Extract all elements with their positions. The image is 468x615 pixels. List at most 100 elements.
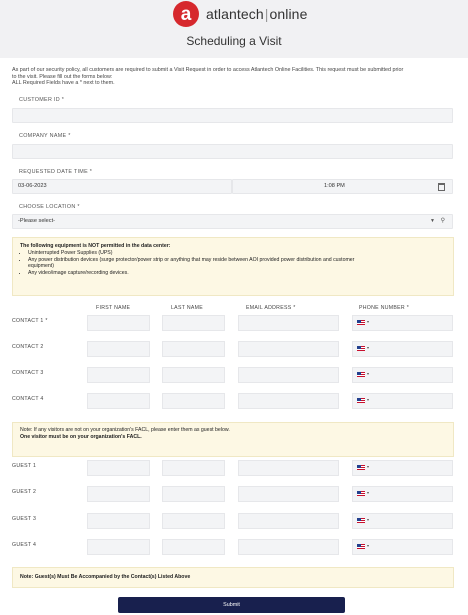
us-flag-icon[interactable]: [357, 518, 365, 523]
chevron-down-icon: ▾: [367, 464, 370, 469]
equipment-item: Uninterrupted Power Supplies (UPS): [28, 250, 453, 257]
equipment-item: equipment): [28, 263, 54, 270]
intro-line: to the visit. Please fill out the forms …: [12, 73, 113, 80]
guest-phone-input[interactable]: ▾: [352, 539, 453, 555]
contact-row-label: CONTACT 2: [12, 344, 44, 350]
equipment-item: Any power distribution devices (surge pr…: [28, 257, 453, 264]
chevron-down-icon: ▾: [367, 371, 370, 376]
calendar-icon[interactable]: [438, 183, 445, 191]
guest-row-label: GUEST 4: [12, 542, 37, 548]
chevron-down-icon: ▾: [367, 319, 370, 324]
guest-row-label: GUEST 3: [12, 516, 37, 522]
equipment-notice-heading: The following equipment is NOT permitted…: [20, 243, 171, 249]
guest-accompany-note: Note: Guest(s) Must Be Accompanied by th…: [12, 567, 454, 588]
column-phone: PHONE NUMBER *: [359, 305, 410, 311]
guest-first-name-input[interactable]: [87, 486, 150, 502]
contact-last-name-input[interactable]: [162, 315, 225, 331]
contact-email-input[interactable]: [238, 315, 339, 331]
guest-email-input[interactable]: [238, 460, 339, 476]
brand-name: atlantech|online: [206, 6, 307, 22]
equipment-notice: The following equipment is NOT permitted…: [12, 237, 454, 296]
time-value: 1:08 PM: [324, 183, 345, 189]
us-flag-icon[interactable]: [357, 398, 365, 403]
brand-logo[interactable]: a atlantech|online: [173, 0, 307, 28]
contact-last-name-input[interactable]: [162, 367, 225, 383]
page-header: a atlantech|online Scheduling a Visit: [0, 0, 468, 58]
contact-last-name-input[interactable]: [162, 393, 225, 409]
guest-notice-line: One visitor must be on your organization…: [20, 433, 142, 440]
chevron-down-icon: ▾: [367, 517, 370, 522]
contact-email-input[interactable]: [238, 341, 339, 357]
location-label: CHOOSE LOCATION *: [19, 204, 80, 210]
chevron-down-icon: ▾: [367, 543, 370, 548]
guest-email-input[interactable]: [238, 486, 339, 502]
contact-first-name-input[interactable]: [87, 393, 150, 409]
intro-line: As part of our security policy, all cust…: [12, 67, 404, 73]
us-flag-icon[interactable]: [357, 320, 365, 325]
date-value: 03-06-2023: [18, 183, 47, 189]
time-input[interactable]: 1:08 PM: [232, 179, 453, 194]
contact-phone-input[interactable]: ▾: [352, 367, 453, 383]
us-flag-icon[interactable]: [357, 372, 365, 377]
guest-row-label: GUEST 1: [12, 463, 37, 469]
company-name-label: COMPANY NAME *: [19, 133, 71, 139]
intro-text: As part of our security policy, all cust…: [12, 67, 457, 87]
date-input[interactable]: 03-06-2023: [12, 179, 232, 194]
guest-notice-line: Note: If any visitors are not on your or…: [20, 427, 230, 433]
column-last-name: LAST NAME: [171, 305, 204, 311]
contact-row-label: CONTACT 4: [12, 396, 44, 402]
contact-last-name-input[interactable]: [162, 341, 225, 357]
requested-datetime-label: REQUESTED DATE TIME *: [19, 169, 93, 175]
us-flag-icon[interactable]: [357, 544, 365, 549]
chevron-down-icon: ▾: [367, 490, 370, 495]
location-select-value: -Please select-: [18, 218, 55, 224]
guest-notice: Note: If any visitors are not on your or…: [12, 422, 454, 457]
guest-first-name-input[interactable]: [87, 539, 150, 555]
contact-first-name-input[interactable]: [87, 315, 150, 331]
guest-last-name-input[interactable]: [162, 486, 225, 502]
page-title: Scheduling a Visit: [186, 34, 282, 48]
map-pin-icon: ⚲: [440, 218, 445, 224]
contact-phone-input[interactable]: ▾: [352, 315, 453, 331]
guest-accompany-note-text: Note: Guest(s) Must Be Accompanied by th…: [20, 574, 191, 581]
column-email: EMAIL ADDRESS *: [246, 305, 296, 311]
brand-name-right: online: [269, 6, 308, 22]
contact-first-name-input[interactable]: [87, 341, 150, 357]
equipment-item: Any video/image capture/recording device…: [28, 270, 453, 277]
guest-phone-input[interactable]: ▾: [352, 460, 453, 476]
guest-first-name-input[interactable]: [87, 513, 150, 529]
guest-email-input[interactable]: [238, 513, 339, 529]
guest-last-name-input[interactable]: [162, 539, 225, 555]
logo-mark-icon: a: [173, 1, 199, 27]
guest-phone-input[interactable]: ▾: [352, 486, 453, 502]
guest-email-input[interactable]: [238, 539, 339, 555]
guest-row-label: GUEST 2: [12, 489, 37, 495]
guest-phone-input[interactable]: ▾: [352, 513, 453, 529]
guest-last-name-input[interactable]: [162, 513, 225, 529]
customer-id-input[interactable]: [12, 108, 453, 123]
guest-first-name-input[interactable]: [87, 460, 150, 476]
brand-name-left: atlantech: [206, 6, 264, 22]
guest-last-name-input[interactable]: [162, 460, 225, 476]
contact-row-label: CONTACT 1 *: [12, 318, 48, 324]
contact-email-input[interactable]: [238, 367, 339, 383]
equipment-list: Uninterrupted Power Supplies (UPS) Any p…: [13, 250, 453, 277]
chevron-down-icon: ▼: [430, 218, 435, 224]
us-flag-icon[interactable]: [357, 465, 365, 470]
column-first-name: FIRST NAME: [96, 305, 131, 311]
contact-email-input[interactable]: [238, 393, 339, 409]
location-select[interactable]: -Please select- ▼ ⚲: [12, 214, 453, 229]
company-name-input[interactable]: [12, 144, 453, 159]
contact-row-label: CONTACT 3: [12, 370, 44, 376]
brand-separator: |: [264, 6, 269, 22]
intro-line: ALL Required Fields have a * next to the…: [12, 80, 115, 87]
contact-phone-input[interactable]: ▾: [352, 393, 453, 409]
customer-id-label: CUSTOMER ID *: [19, 97, 65, 103]
chevron-down-icon: ▾: [367, 345, 370, 350]
contact-first-name-input[interactable]: [87, 367, 150, 383]
us-flag-icon[interactable]: [357, 491, 365, 496]
contact-phone-input[interactable]: ▾: [352, 341, 453, 357]
chevron-down-icon: ▾: [367, 397, 370, 402]
submit-button[interactable]: Submit: [118, 597, 345, 613]
us-flag-icon[interactable]: [357, 346, 365, 351]
